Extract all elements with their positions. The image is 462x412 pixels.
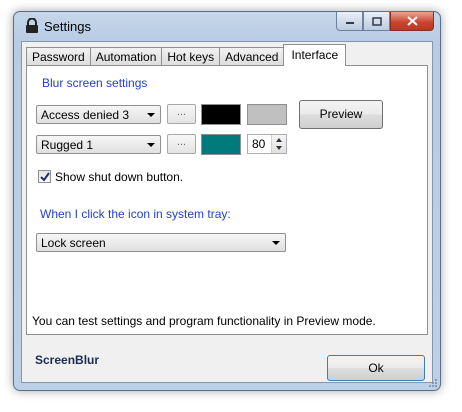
stepper-arrows[interactable]: [271, 135, 286, 153]
texture-browse-button[interactable]: ...: [167, 134, 196, 154]
tray-section-title: When I click the icon in system tray:: [40, 207, 231, 221]
chevron-down-icon: [147, 113, 155, 117]
maximize-button[interactable]: [363, 12, 390, 31]
resize-grip-icon[interactable]: [428, 378, 438, 388]
window-title: Settings: [44, 19, 91, 34]
show-shutdown-label[interactable]: Show shut down button.: [55, 170, 183, 184]
chevron-down-icon: [147, 143, 155, 147]
blur-effect-value: Access denied 3: [41, 108, 130, 122]
texture-value: Rugged 1: [41, 138, 94, 152]
minimize-icon: [345, 22, 354, 24]
checkmark-icon: [40, 172, 50, 182]
interface-panel: Blur screen settings Access denied 3 ...…: [26, 65, 428, 335]
brand-label: ScreenBlur: [35, 353, 100, 367]
lock-icon: [26, 18, 38, 33]
blur-effect-combo[interactable]: Access denied 3: [36, 105, 161, 124]
tray-action-value: Lock screen: [41, 236, 106, 250]
client-area: Password Automation Hot keys Advanced In…: [21, 41, 433, 383]
color-swatch-primary[interactable]: [201, 104, 241, 125]
minimize-button[interactable]: [336, 12, 363, 31]
close-button[interactable]: [390, 12, 434, 31]
blur-section-title: Blur screen settings: [42, 76, 148, 90]
opacity-stepper[interactable]: 80: [247, 134, 287, 154]
info-text: You can test settings and program functi…: [32, 314, 376, 328]
tab-automation[interactable]: Automation: [89, 47, 163, 66]
chevron-down-icon: [272, 241, 280, 245]
opacity-value: 80: [252, 137, 266, 151]
arrow-up-icon: [276, 138, 282, 142]
title-bar[interactable]: Settings: [14, 12, 440, 42]
preview-button[interactable]: Preview: [299, 100, 383, 129]
tray-action-combo[interactable]: Lock screen: [36, 233, 286, 252]
show-shutdown-checkbox[interactable]: [38, 170, 51, 183]
tab-password[interactable]: Password: [26, 47, 91, 66]
tab-strip: Password Automation Hot keys Advanced In…: [26, 44, 347, 66]
maximize-icon: [371, 16, 382, 26]
arrow-down-icon: [276, 146, 282, 150]
settings-window: Settings Password Automation Hot keys Ad…: [13, 11, 441, 391]
blur-effect-browse-button[interactable]: ...: [167, 104, 196, 124]
tab-hot-keys[interactable]: Hot keys: [161, 47, 221, 66]
texture-combo[interactable]: Rugged 1: [36, 135, 161, 154]
color-swatch-secondary[interactable]: [247, 104, 287, 125]
close-icon: [406, 16, 418, 26]
tab-advanced[interactable]: Advanced: [219, 47, 285, 66]
ok-button[interactable]: Ok: [327, 355, 425, 381]
color-swatch-tint[interactable]: [201, 134, 241, 155]
tab-interface[interactable]: Interface: [283, 44, 347, 66]
